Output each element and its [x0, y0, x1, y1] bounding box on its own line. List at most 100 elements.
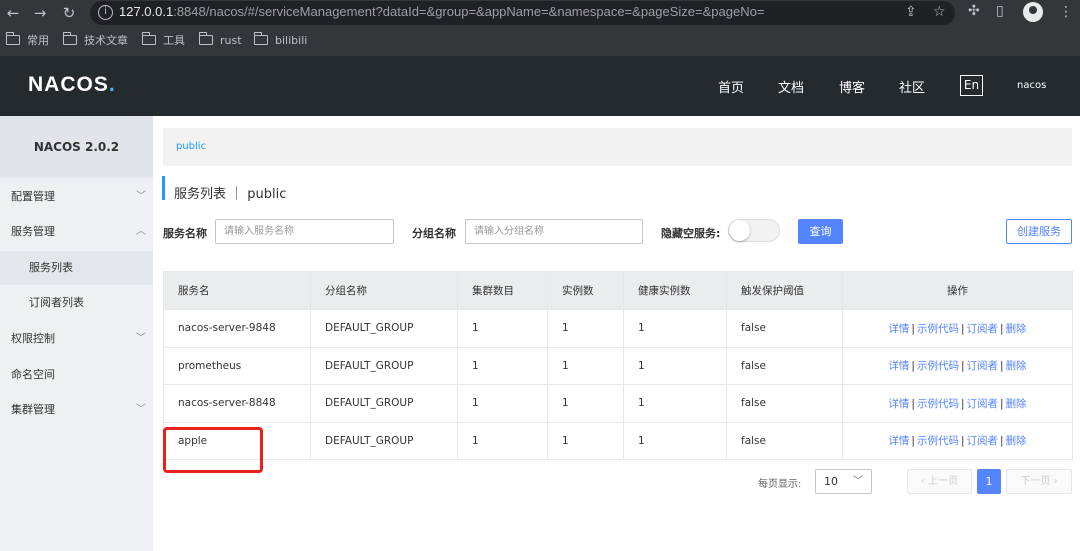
action-separator: | — [911, 360, 915, 373]
create-service-button[interactable]: 创建服务 — [1006, 219, 1072, 244]
table-row: nacos-server-9848 DEFAULT_GROUP 1 1 1 fa… — [163, 309, 1073, 348]
detail-link[interactable]: 详情 — [888, 398, 909, 410]
bookmark-item[interactable]: bilibili — [253, 31, 307, 49]
side-panel-icon[interactable]: ▯ — [996, 3, 1004, 19]
address-bar[interactable]: i 127.0.0.1:8848/nacos/#/serviceManageme… — [90, 1, 955, 25]
sidebar-item-config[interactable]: 配置管理 ﹀ — [0, 180, 153, 214]
delete-link[interactable]: 删除 — [1006, 398, 1027, 410]
subscribers-link[interactable]: 订阅者 — [967, 435, 999, 447]
folder-icon — [253, 32, 268, 45]
browser-chrome: ← → ↻ i 127.0.0.1:8848/nacos/#/serviceMa… — [0, 0, 1080, 56]
cell-service-name: prometheus — [163, 346, 311, 385]
reload-icon[interactable]: ↻ — [58, 2, 80, 24]
nav-docs[interactable]: 文档 — [778, 77, 804, 96]
col-instance-count: 实例数 — [547, 271, 624, 310]
chevron-down-icon: ﹀ — [853, 476, 863, 487]
table-row: apple DEFAULT_GROUP 1 1 1 false 详情 | 示例代码 |… — [163, 421, 1073, 460]
bookmark-star-icon[interactable]: ☆ — [933, 4, 946, 20]
delete-link[interactable]: 删除 — [1006, 435, 1027, 447]
extensions-icon[interactable]: ✣ — [968, 3, 980, 19]
bookmark-item[interactable]: 技术文章 — [62, 31, 128, 49]
cell-instances: 1 — [547, 421, 624, 460]
col-service-name: 服务名 — [163, 271, 311, 310]
hide-empty-switch[interactable] — [728, 219, 780, 242]
namespace-link[interactable]: public — [176, 141, 206, 152]
cell-group: DEFAULT_GROUP — [310, 421, 458, 460]
nav-community[interactable]: 社区 — [899, 77, 925, 96]
next-page-button[interactable]: 下一页 › — [1006, 469, 1072, 494]
action-separator: | — [960, 435, 965, 448]
bookmark-item[interactable]: 常用 — [5, 31, 49, 49]
user-name[interactable]: nacos — [1017, 80, 1046, 91]
service-name-input[interactable]: 请输入服务名称 — [215, 219, 394, 244]
page-size-label: 每页显示: — [758, 479, 802, 490]
switch-knob — [729, 220, 750, 241]
nav-blog[interactable]: 博客 — [839, 77, 865, 96]
sample-code-link[interactable]: 示例代码 — [917, 398, 959, 410]
cell-actions: 详情 | 示例代码 | 订阅者 | 删除 — [842, 421, 1073, 460]
chevron-up-icon: ︿ — [136, 226, 146, 237]
sidebar-item-service[interactable]: 服务管理 ︿ — [0, 215, 153, 249]
cell-actions: 详情 | 示例代码 | 订阅者 | 删除 — [842, 384, 1073, 423]
bookmark-item[interactable]: 工具 — [141, 31, 185, 49]
site-info-icon[interactable]: i — [98, 5, 113, 20]
action-separator: | — [1000, 397, 1004, 410]
sample-code-link[interactable]: 示例代码 — [917, 323, 959, 335]
sample-code-link[interactable]: 示例代码 — [917, 435, 959, 447]
cell-healthy: 1 — [623, 384, 727, 423]
sidebar: NACOS 2.0.2 配置管理 ﹀ 服务管理 ︿ 服务列表 订阅者列表 权限控制 ﹀… — [0, 116, 153, 551]
action-separator: | — [911, 322, 915, 335]
chevron-down-icon: ﹀ — [136, 191, 146, 202]
cell-group: DEFAULT_GROUP — [310, 309, 458, 348]
group-name-input[interactable]: 请输入分组名称 — [465, 219, 643, 244]
subscribers-link[interactable]: 订阅者 — [967, 398, 999, 410]
cell-instances: 1 — [547, 384, 624, 423]
sidebar-item-subscribers[interactable]: 订阅者列表 — [0, 286, 153, 320]
sidebar-item-cluster[interactable]: 集群管理 ﹀ — [0, 393, 153, 427]
back-icon[interactable]: ← — [2, 2, 24, 24]
delete-link[interactable]: 删除 — [1006, 323, 1027, 335]
cell-threshold: false — [726, 384, 843, 423]
delete-link[interactable]: 删除 — [1006, 360, 1027, 372]
profile-avatar[interactable] — [1023, 2, 1043, 22]
detail-link[interactable]: 详情 — [888, 360, 909, 372]
chevron-right-icon: › — [1050, 476, 1058, 487]
detail-link[interactable]: 详情 — [888, 435, 909, 447]
nacos-logo[interactable]: NACOS. — [28, 73, 116, 97]
prev-page-button[interactable]: ‹ 上一页 — [907, 469, 972, 494]
col-actions: 操作 — [842, 271, 1073, 310]
search-button[interactable]: 查询 — [798, 219, 843, 244]
sidebar-item-namespace[interactable]: 命名空间 — [0, 358, 153, 392]
hide-empty-label: 隐藏空服务: — [661, 227, 721, 240]
nav-home[interactable]: 首页 — [718, 77, 744, 96]
cell-instances: 1 — [547, 309, 624, 348]
sidebar-item-service-list[interactable]: 服务列表 — [0, 251, 153, 285]
service-table: 服务名 分组名称 集群数目 实例数 健康实例数 触发保护阈值 操作 nacos-… — [163, 271, 1073, 460]
subscribers-link[interactable]: 订阅者 — [967, 360, 999, 372]
page-size-select[interactable]: 10 ﹀ — [815, 469, 872, 494]
detail-link[interactable]: 详情 — [888, 323, 909, 335]
action-separator: | — [960, 322, 965, 335]
table-header-row: 服务名 分组名称 集群数目 实例数 健康实例数 触发保护阈值 操作 — [163, 271, 1073, 310]
sidebar-item-permissions[interactable]: 权限控制 ﹀ — [0, 322, 153, 356]
share-icon[interactable]: ⇪ — [905, 4, 917, 20]
action-separator: | — [911, 435, 915, 448]
sidebar-title: NACOS 2.0.2 — [0, 116, 153, 178]
cell-group: DEFAULT_GROUP — [310, 346, 458, 385]
cell-healthy: 1 — [623, 346, 727, 385]
cell-healthy: 1 — [623, 421, 727, 460]
cell-threshold: false — [726, 309, 843, 348]
namespace-breadcrumb: public — [163, 128, 1072, 166]
forward-icon[interactable]: → — [29, 2, 51, 24]
subscribers-link[interactable]: 订阅者 — [967, 323, 999, 335]
language-toggle[interactable]: En — [960, 75, 983, 96]
action-separator: | — [1000, 435, 1004, 448]
browser-menu-icon[interactable]: ⋮ — [1059, 1, 1073, 23]
table-row: prometheus DEFAULT_GROUP 1 1 1 false 详情 |… — [163, 346, 1073, 385]
action-separator: | — [960, 397, 965, 410]
page-number-current[interactable]: 1 — [977, 469, 1001, 494]
col-group-name: 分组名称 — [310, 271, 458, 310]
title-accent-bar — [162, 176, 165, 200]
sample-code-link[interactable]: 示例代码 — [917, 360, 959, 372]
bookmark-item[interactable]: rust — [198, 31, 242, 49]
